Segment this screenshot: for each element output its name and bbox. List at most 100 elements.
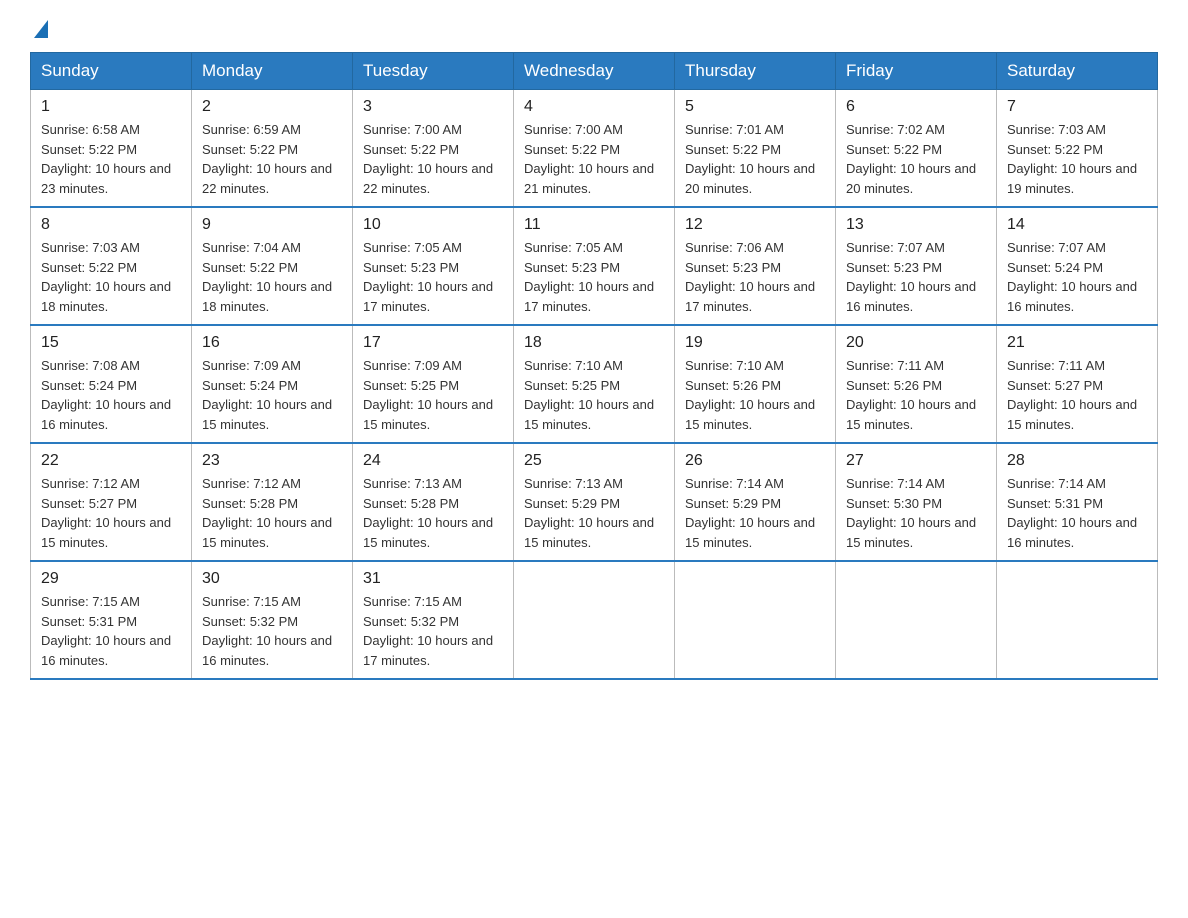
- calendar-week-row: 1 Sunrise: 6:58 AMSunset: 5:22 PMDaylight…: [31, 90, 1158, 208]
- day-info: Sunrise: 6:58 AMSunset: 5:22 PMDaylight:…: [41, 120, 181, 198]
- day-number: 28: [1007, 452, 1147, 470]
- day-info: Sunrise: 7:10 AMSunset: 5:26 PMDaylight:…: [685, 356, 825, 434]
- calendar-week-row: 29 Sunrise: 7:15 AMSunset: 5:31 PMDayligh…: [31, 561, 1158, 679]
- calendar-cell: 8 Sunrise: 7:03 AMSunset: 5:22 PMDaylight…: [31, 207, 192, 325]
- day-info: Sunrise: 7:15 AMSunset: 5:32 PMDaylight:…: [363, 592, 503, 670]
- calendar-cell: 11 Sunrise: 7:05 AMSunset: 5:23 PMDayligh…: [514, 207, 675, 325]
- day-info: Sunrise: 7:10 AMSunset: 5:25 PMDaylight:…: [524, 356, 664, 434]
- day-number: 26: [685, 452, 825, 470]
- day-number: 6: [846, 98, 986, 116]
- day-number: 22: [41, 452, 181, 470]
- day-info: Sunrise: 7:06 AMSunset: 5:23 PMDaylight:…: [685, 238, 825, 316]
- day-info: Sunrise: 7:07 AMSunset: 5:24 PMDaylight:…: [1007, 238, 1147, 316]
- day-number: 21: [1007, 334, 1147, 352]
- calendar-body: 1 Sunrise: 6:58 AMSunset: 5:22 PMDaylight…: [31, 90, 1158, 680]
- weekday-header-monday: Monday: [192, 53, 353, 90]
- calendar-cell: 28 Sunrise: 7:14 AMSunset: 5:31 PMDayligh…: [997, 443, 1158, 561]
- day-number: 18: [524, 334, 664, 352]
- day-info: Sunrise: 7:05 AMSunset: 5:23 PMDaylight:…: [363, 238, 503, 316]
- calendar-cell: 13 Sunrise: 7:07 AMSunset: 5:23 PMDayligh…: [836, 207, 997, 325]
- day-info: Sunrise: 7:12 AMSunset: 5:27 PMDaylight:…: [41, 474, 181, 552]
- weekday-header-tuesday: Tuesday: [353, 53, 514, 90]
- calendar-cell: 17 Sunrise: 7:09 AMSunset: 5:25 PMDayligh…: [353, 325, 514, 443]
- day-number: 11: [524, 216, 664, 234]
- day-info: Sunrise: 7:11 AMSunset: 5:26 PMDaylight:…: [846, 356, 986, 434]
- calendar-cell: 7 Sunrise: 7:03 AMSunset: 5:22 PMDaylight…: [997, 90, 1158, 208]
- calendar-cell: 18 Sunrise: 7:10 AMSunset: 5:25 PMDayligh…: [514, 325, 675, 443]
- day-info: Sunrise: 7:09 AMSunset: 5:25 PMDaylight:…: [363, 356, 503, 434]
- calendar-cell: 26 Sunrise: 7:14 AMSunset: 5:29 PMDayligh…: [675, 443, 836, 561]
- day-info: Sunrise: 7:08 AMSunset: 5:24 PMDaylight:…: [41, 356, 181, 434]
- calendar-cell: 29 Sunrise: 7:15 AMSunset: 5:31 PMDayligh…: [31, 561, 192, 679]
- calendar-cell: 20 Sunrise: 7:11 AMSunset: 5:26 PMDayligh…: [836, 325, 997, 443]
- calendar-cell: 16Sunrise: 7:09 AMSunset: 5:24 PMDayligh…: [192, 325, 353, 443]
- day-number: 13: [846, 216, 986, 234]
- day-info: Sunrise: 7:05 AMSunset: 5:23 PMDaylight:…: [524, 238, 664, 316]
- day-number: 23: [202, 452, 342, 470]
- day-number: 16: [202, 334, 342, 352]
- day-info: Sunrise: 7:14 AMSunset: 5:29 PMDaylight:…: [685, 474, 825, 552]
- calendar-cell: 5Sunrise: 7:01 AMSunset: 5:22 PMDaylight…: [675, 90, 836, 208]
- calendar-cell: 19 Sunrise: 7:10 AMSunset: 5:26 PMDayligh…: [675, 325, 836, 443]
- day-number: 9: [202, 216, 342, 234]
- day-number: 31: [363, 570, 503, 588]
- calendar-cell: [675, 561, 836, 679]
- page-header: [30, 20, 1158, 34]
- calendar-cell: 22 Sunrise: 7:12 AMSunset: 5:27 PMDayligh…: [31, 443, 192, 561]
- day-number: 24: [363, 452, 503, 470]
- day-info: Sunrise: 7:03 AMSunset: 5:22 PMDaylight:…: [1007, 120, 1147, 198]
- calendar-week-row: 22 Sunrise: 7:12 AMSunset: 5:27 PMDayligh…: [31, 443, 1158, 561]
- day-info: Sunrise: 7:07 AMSunset: 5:23 PMDaylight:…: [846, 238, 986, 316]
- day-number: 7: [1007, 98, 1147, 116]
- weekday-header-sunday: Sunday: [31, 53, 192, 90]
- calendar-cell: 2 Sunrise: 6:59 AMSunset: 5:22 PMDaylight…: [192, 90, 353, 208]
- calendar-cell: 23Sunrise: 7:12 AMSunset: 5:28 PMDayligh…: [192, 443, 353, 561]
- day-info: Sunrise: 7:13 AMSunset: 5:28 PMDaylight:…: [363, 474, 503, 552]
- calendar-cell: 24 Sunrise: 7:13 AMSunset: 5:28 PMDayligh…: [353, 443, 514, 561]
- calendar-cell: 31 Sunrise: 7:15 AMSunset: 5:32 PMDayligh…: [353, 561, 514, 679]
- day-info: Sunrise: 7:14 AMSunset: 5:31 PMDaylight:…: [1007, 474, 1147, 552]
- calendar-cell: 1 Sunrise: 6:58 AMSunset: 5:22 PMDaylight…: [31, 90, 192, 208]
- day-number: 15: [41, 334, 181, 352]
- logo-triangle-icon: [34, 20, 48, 38]
- weekday-header-thursday: Thursday: [675, 53, 836, 90]
- day-number: 29: [41, 570, 181, 588]
- day-info: Sunrise: 7:13 AMSunset: 5:29 PMDaylight:…: [524, 474, 664, 552]
- calendar-table: SundayMondayTuesdayWednesdayThursdayFrid…: [30, 52, 1158, 680]
- day-number: 17: [363, 334, 503, 352]
- calendar-cell: 14 Sunrise: 7:07 AMSunset: 5:24 PMDayligh…: [997, 207, 1158, 325]
- calendar-header: SundayMondayTuesdayWednesdayThursdayFrid…: [31, 53, 1158, 90]
- day-info: Sunrise: 7:15 AMSunset: 5:31 PMDaylight:…: [41, 592, 181, 670]
- day-number: 2: [202, 98, 342, 116]
- day-number: 14: [1007, 216, 1147, 234]
- day-number: 8: [41, 216, 181, 234]
- calendar-cell: 9 Sunrise: 7:04 AMSunset: 5:22 PMDaylight…: [192, 207, 353, 325]
- day-number: 25: [524, 452, 664, 470]
- calendar-cell: 10 Sunrise: 7:05 AMSunset: 5:23 PMDayligh…: [353, 207, 514, 325]
- weekday-header-saturday: Saturday: [997, 53, 1158, 90]
- calendar-cell: [514, 561, 675, 679]
- day-number: 19: [685, 334, 825, 352]
- day-info: Sunrise: 7:01 AMSunset: 5:22 PMDaylight:…: [685, 120, 825, 198]
- calendar-cell: 21 Sunrise: 7:11 AMSunset: 5:27 PMDayligh…: [997, 325, 1158, 443]
- day-info: Sunrise: 6:59 AMSunset: 5:22 PMDaylight:…: [202, 120, 342, 198]
- day-number: 27: [846, 452, 986, 470]
- weekday-header-row: SundayMondayTuesdayWednesdayThursdayFrid…: [31, 53, 1158, 90]
- weekday-header-wednesday: Wednesday: [514, 53, 675, 90]
- calendar-week-row: 15 Sunrise: 7:08 AMSunset: 5:24 PMDayligh…: [31, 325, 1158, 443]
- calendar-cell: [836, 561, 997, 679]
- day-info: Sunrise: 7:11 AMSunset: 5:27 PMDaylight:…: [1007, 356, 1147, 434]
- day-info: Sunrise: 7:02 AMSunset: 5:22 PMDaylight:…: [846, 120, 986, 198]
- day-number: 10: [363, 216, 503, 234]
- day-number: 1: [41, 98, 181, 116]
- calendar-cell: 4Sunrise: 7:00 AMSunset: 5:22 PMDaylight…: [514, 90, 675, 208]
- day-number: 3: [363, 98, 503, 116]
- day-info: Sunrise: 7:03 AMSunset: 5:22 PMDaylight:…: [41, 238, 181, 316]
- weekday-header-friday: Friday: [836, 53, 997, 90]
- calendar-cell: [997, 561, 1158, 679]
- calendar-cell: 25 Sunrise: 7:13 AMSunset: 5:29 PMDayligh…: [514, 443, 675, 561]
- day-info: Sunrise: 7:00 AMSunset: 5:22 PMDaylight:…: [524, 120, 664, 198]
- day-info: Sunrise: 7:04 AMSunset: 5:22 PMDaylight:…: [202, 238, 342, 316]
- day-number: 20: [846, 334, 986, 352]
- day-number: 12: [685, 216, 825, 234]
